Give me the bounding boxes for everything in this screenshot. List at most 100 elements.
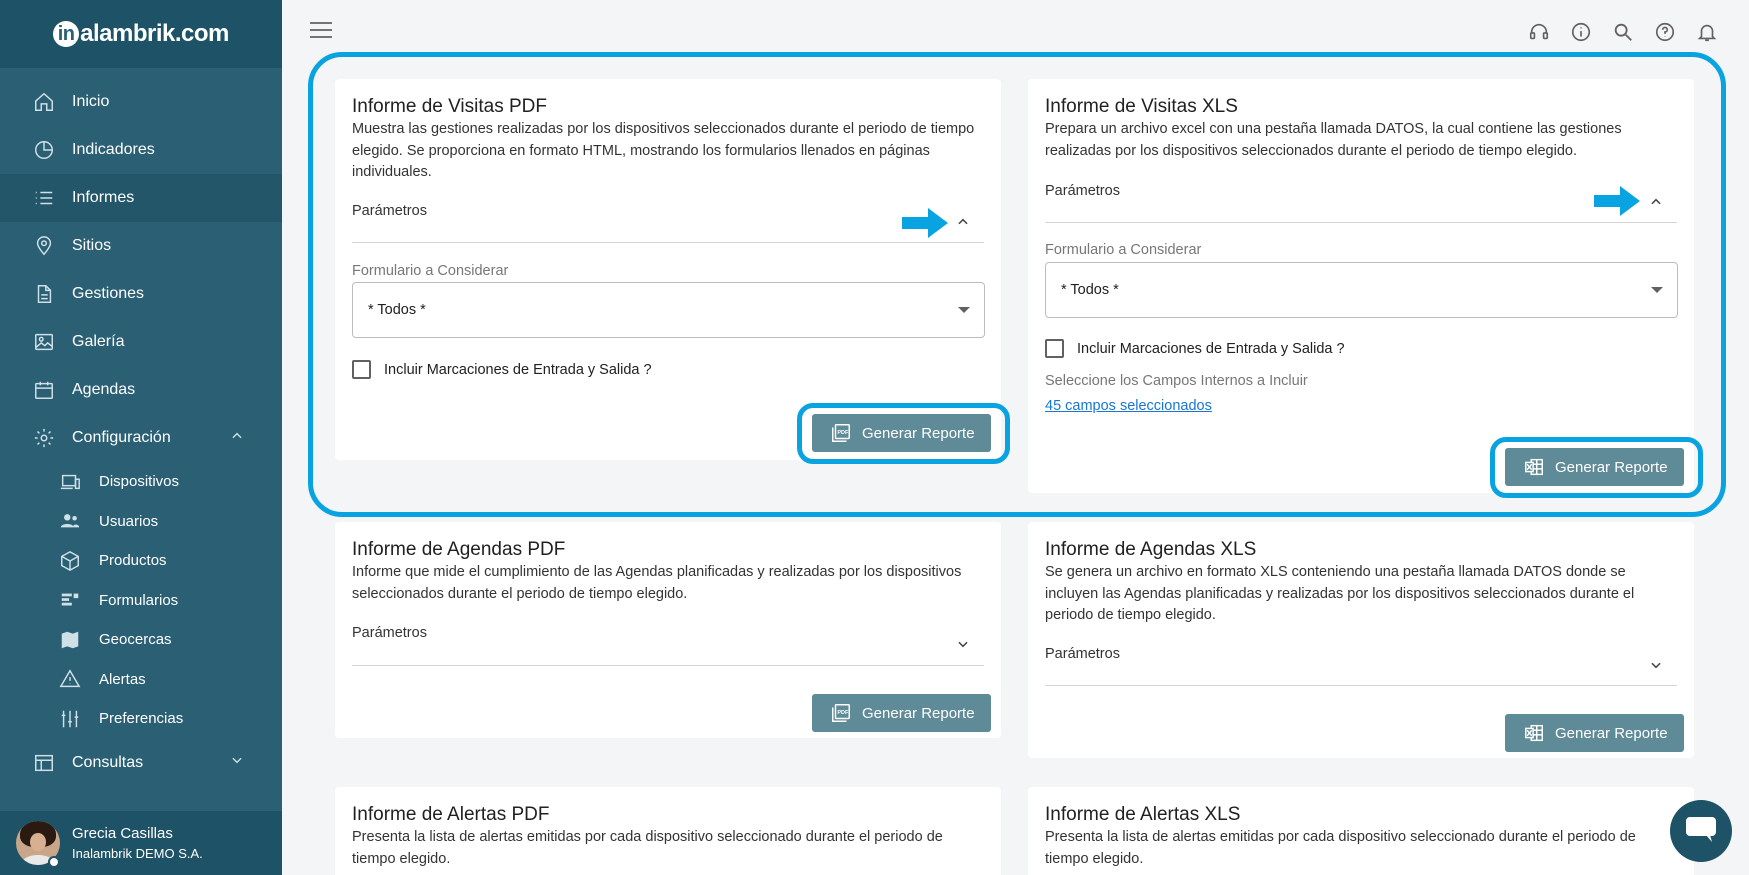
sidebar-item-consultas[interactable]: Consultas — [0, 739, 282, 787]
chevron-down-icon — [230, 753, 244, 772]
checkbox[interactable] — [1045, 339, 1064, 358]
list-icon — [32, 186, 56, 210]
sidebar-item-label: Gestiones — [72, 285, 145, 302]
user-name: Grecia Casillas — [72, 825, 173, 842]
sidebar-item-gestiones[interactable]: Gestiones — [0, 270, 282, 318]
chat-bubble-icon — [1684, 814, 1718, 849]
gear-icon — [32, 426, 56, 450]
parameters-label[interactable]: Parámetros — [352, 625, 427, 641]
card-title: Informe de Agendas PDF — [352, 539, 566, 560]
chevron-up-icon[interactable] — [951, 210, 975, 234]
pdf-file-icon: PDF — [830, 702, 852, 724]
checkbox[interactable] — [352, 360, 371, 379]
chat-button[interactable] — [1670, 800, 1732, 862]
chevron-down-icon[interactable] — [951, 632, 975, 656]
card-description: Presenta la lista de alertas emitidas po… — [1045, 829, 1636, 867]
help-icon[interactable] — [1653, 20, 1677, 44]
arrow-right-icon — [902, 208, 948, 238]
form-select[interactable]: * Todos * — [1045, 262, 1678, 318]
sidebar-subitem-usuarios[interactable]: Usuarios — [0, 502, 282, 542]
sidebar-subitem-formularios[interactable]: Formularios — [0, 581, 282, 621]
card-agendas-pdf: Informe de Agendas PDF Informe que mide … — [335, 522, 1001, 738]
sidebar-item-inicio[interactable]: Inicio — [0, 78, 282, 126]
sidebar-subitem-geocercas[interactable]: Geocercas — [0, 620, 282, 660]
chevron-down-icon[interactable] — [1644, 653, 1668, 677]
sidebar-item-label: Consultas — [72, 753, 144, 771]
card-description: Prepara un archivo excel con una pestaña… — [1045, 121, 1622, 159]
form-select-value: * Todos * — [368, 302, 426, 318]
users-icon — [58, 509, 82, 533]
warning-icon — [58, 667, 82, 691]
hamburger-menu-icon[interactable] — [310, 22, 332, 40]
user-org: Inalambrik DEMO S.A. — [72, 846, 203, 861]
chevron-up-icon[interactable] — [1644, 190, 1668, 214]
card-description: Muestra las gestiones realizadas por los… — [352, 121, 975, 180]
user-profile[interactable]: Grecia Casillas Inalambrik DEMO S.A. — [0, 811, 282, 875]
card-title: Informe de Alertas PDF — [352, 804, 550, 825]
form-icon — [58, 588, 82, 612]
card-description: Se genera un archivo en formato XLS cont… — [1045, 564, 1635, 623]
online-status-dot — [48, 856, 60, 868]
card-alertas-pdf: Informe de Alertas PDF Presenta la lista… — [335, 787, 1001, 875]
form-select-value: * Todos * — [1061, 282, 1119, 298]
checkbox-label: Incluir Marcaciones de Entrada y Salida … — [384, 361, 652, 378]
svg-text:PDF: PDF — [837, 710, 849, 716]
sidebar-subitem-label: Usuarios — [99, 512, 159, 530]
card-alertas-xls: Informe de Alertas XLS Presenta la lista… — [1028, 787, 1694, 875]
include-marks-checkbox-row[interactable]: Incluir Marcaciones de Entrada y Salida … — [1045, 339, 1345, 358]
sidebar-item-agendas[interactable]: Agendas — [0, 366, 282, 414]
sidebar-subitem-alertas[interactable]: Alertas — [0, 660, 282, 700]
divider — [1045, 222, 1677, 223]
logo[interactable]: in alambrik.com — [53, 20, 229, 48]
info-icon[interactable] — [1569, 20, 1593, 44]
search-icon[interactable] — [1611, 20, 1635, 44]
generate-report-button[interactable]: PDF Generar Reporte — [812, 414, 991, 452]
generate-report-button[interactable]: Generar Reporte — [1505, 448, 1684, 486]
button-label: Generar Reporte — [862, 424, 975, 442]
parameters-label[interactable]: Parámetros — [352, 203, 427, 219]
calendar-icon — [32, 378, 56, 402]
form-select[interactable]: * Todos * — [352, 282, 985, 338]
sidebar: in alambrik.com Inicio Indicadores Infor… — [0, 0, 282, 875]
card-title: Informe de Visitas XLS — [1045, 96, 1238, 117]
excel-file-icon — [1523, 456, 1545, 478]
sidebar-subitem-productos[interactable]: Productos — [0, 541, 282, 581]
generate-report-button[interactable]: Generar Reporte — [1505, 714, 1684, 752]
sidebar-item-label: Configuración — [72, 429, 171, 446]
card-title: Informe de Agendas XLS — [1045, 539, 1257, 560]
support-headset-icon[interactable] — [1527, 20, 1551, 44]
svg-text:PDF: PDF — [837, 430, 849, 436]
excel-file-icon — [1523, 722, 1545, 744]
card-visitas-pdf: Informe de Visitas PDF Muestra las gesti… — [335, 79, 1001, 460]
selected-fields-link[interactable]: 45 campos seleccionados — [1045, 398, 1212, 414]
sidebar-item-label: Galería — [72, 333, 125, 350]
sidebar-item-galeria[interactable]: Galería — [0, 318, 282, 366]
chevron-up-icon — [230, 429, 244, 448]
parameters-label[interactable]: Parámetros — [1045, 183, 1120, 199]
card-visitas-xls: Informe de Visitas XLS Prepara un archiv… — [1028, 79, 1694, 493]
sidebar-item-configuracion[interactable]: Configuración — [0, 414, 282, 462]
generate-report-button[interactable]: PDF Generar Reporte — [812, 694, 991, 732]
arrow-right-icon — [1594, 186, 1640, 216]
card-agendas-xls: Informe de Agendas XLS Se genera un arch… — [1028, 522, 1694, 758]
sidebar-item-label: Inicio — [72, 93, 110, 110]
internal-fields-label: Seleccione los Campos Internos a Incluir — [1045, 373, 1308, 389]
sidebar-item-sitios[interactable]: Sitios — [0, 222, 282, 270]
notifications-bell-icon[interactable] — [1695, 20, 1719, 44]
sliders-icon — [58, 707, 82, 731]
sidebar-item-indicadores[interactable]: Indicadores — [0, 126, 282, 174]
sidebar-subitem-dispositivos[interactable]: Dispositivos — [0, 462, 282, 502]
divider — [352, 242, 984, 243]
include-marks-checkbox-row[interactable]: Incluir Marcaciones de Entrada y Salida … — [352, 360, 652, 379]
pie-chart-icon — [32, 138, 56, 162]
sidebar-subitem-preferencias[interactable]: Preferencias — [0, 699, 282, 739]
map-icon — [58, 628, 82, 652]
button-label: Generar Reporte — [1555, 724, 1668, 742]
checkbox-label: Incluir Marcaciones de Entrada y Salida … — [1077, 340, 1345, 357]
logo-bar: in alambrik.com — [0, 0, 282, 68]
sidebar-item-informes[interactable]: Informes — [0, 174, 282, 222]
home-icon — [32, 90, 56, 114]
dropdown-caret-icon — [1651, 287, 1663, 293]
parameters-label[interactable]: Parámetros — [1045, 646, 1120, 662]
dropdown-caret-icon — [958, 307, 970, 313]
